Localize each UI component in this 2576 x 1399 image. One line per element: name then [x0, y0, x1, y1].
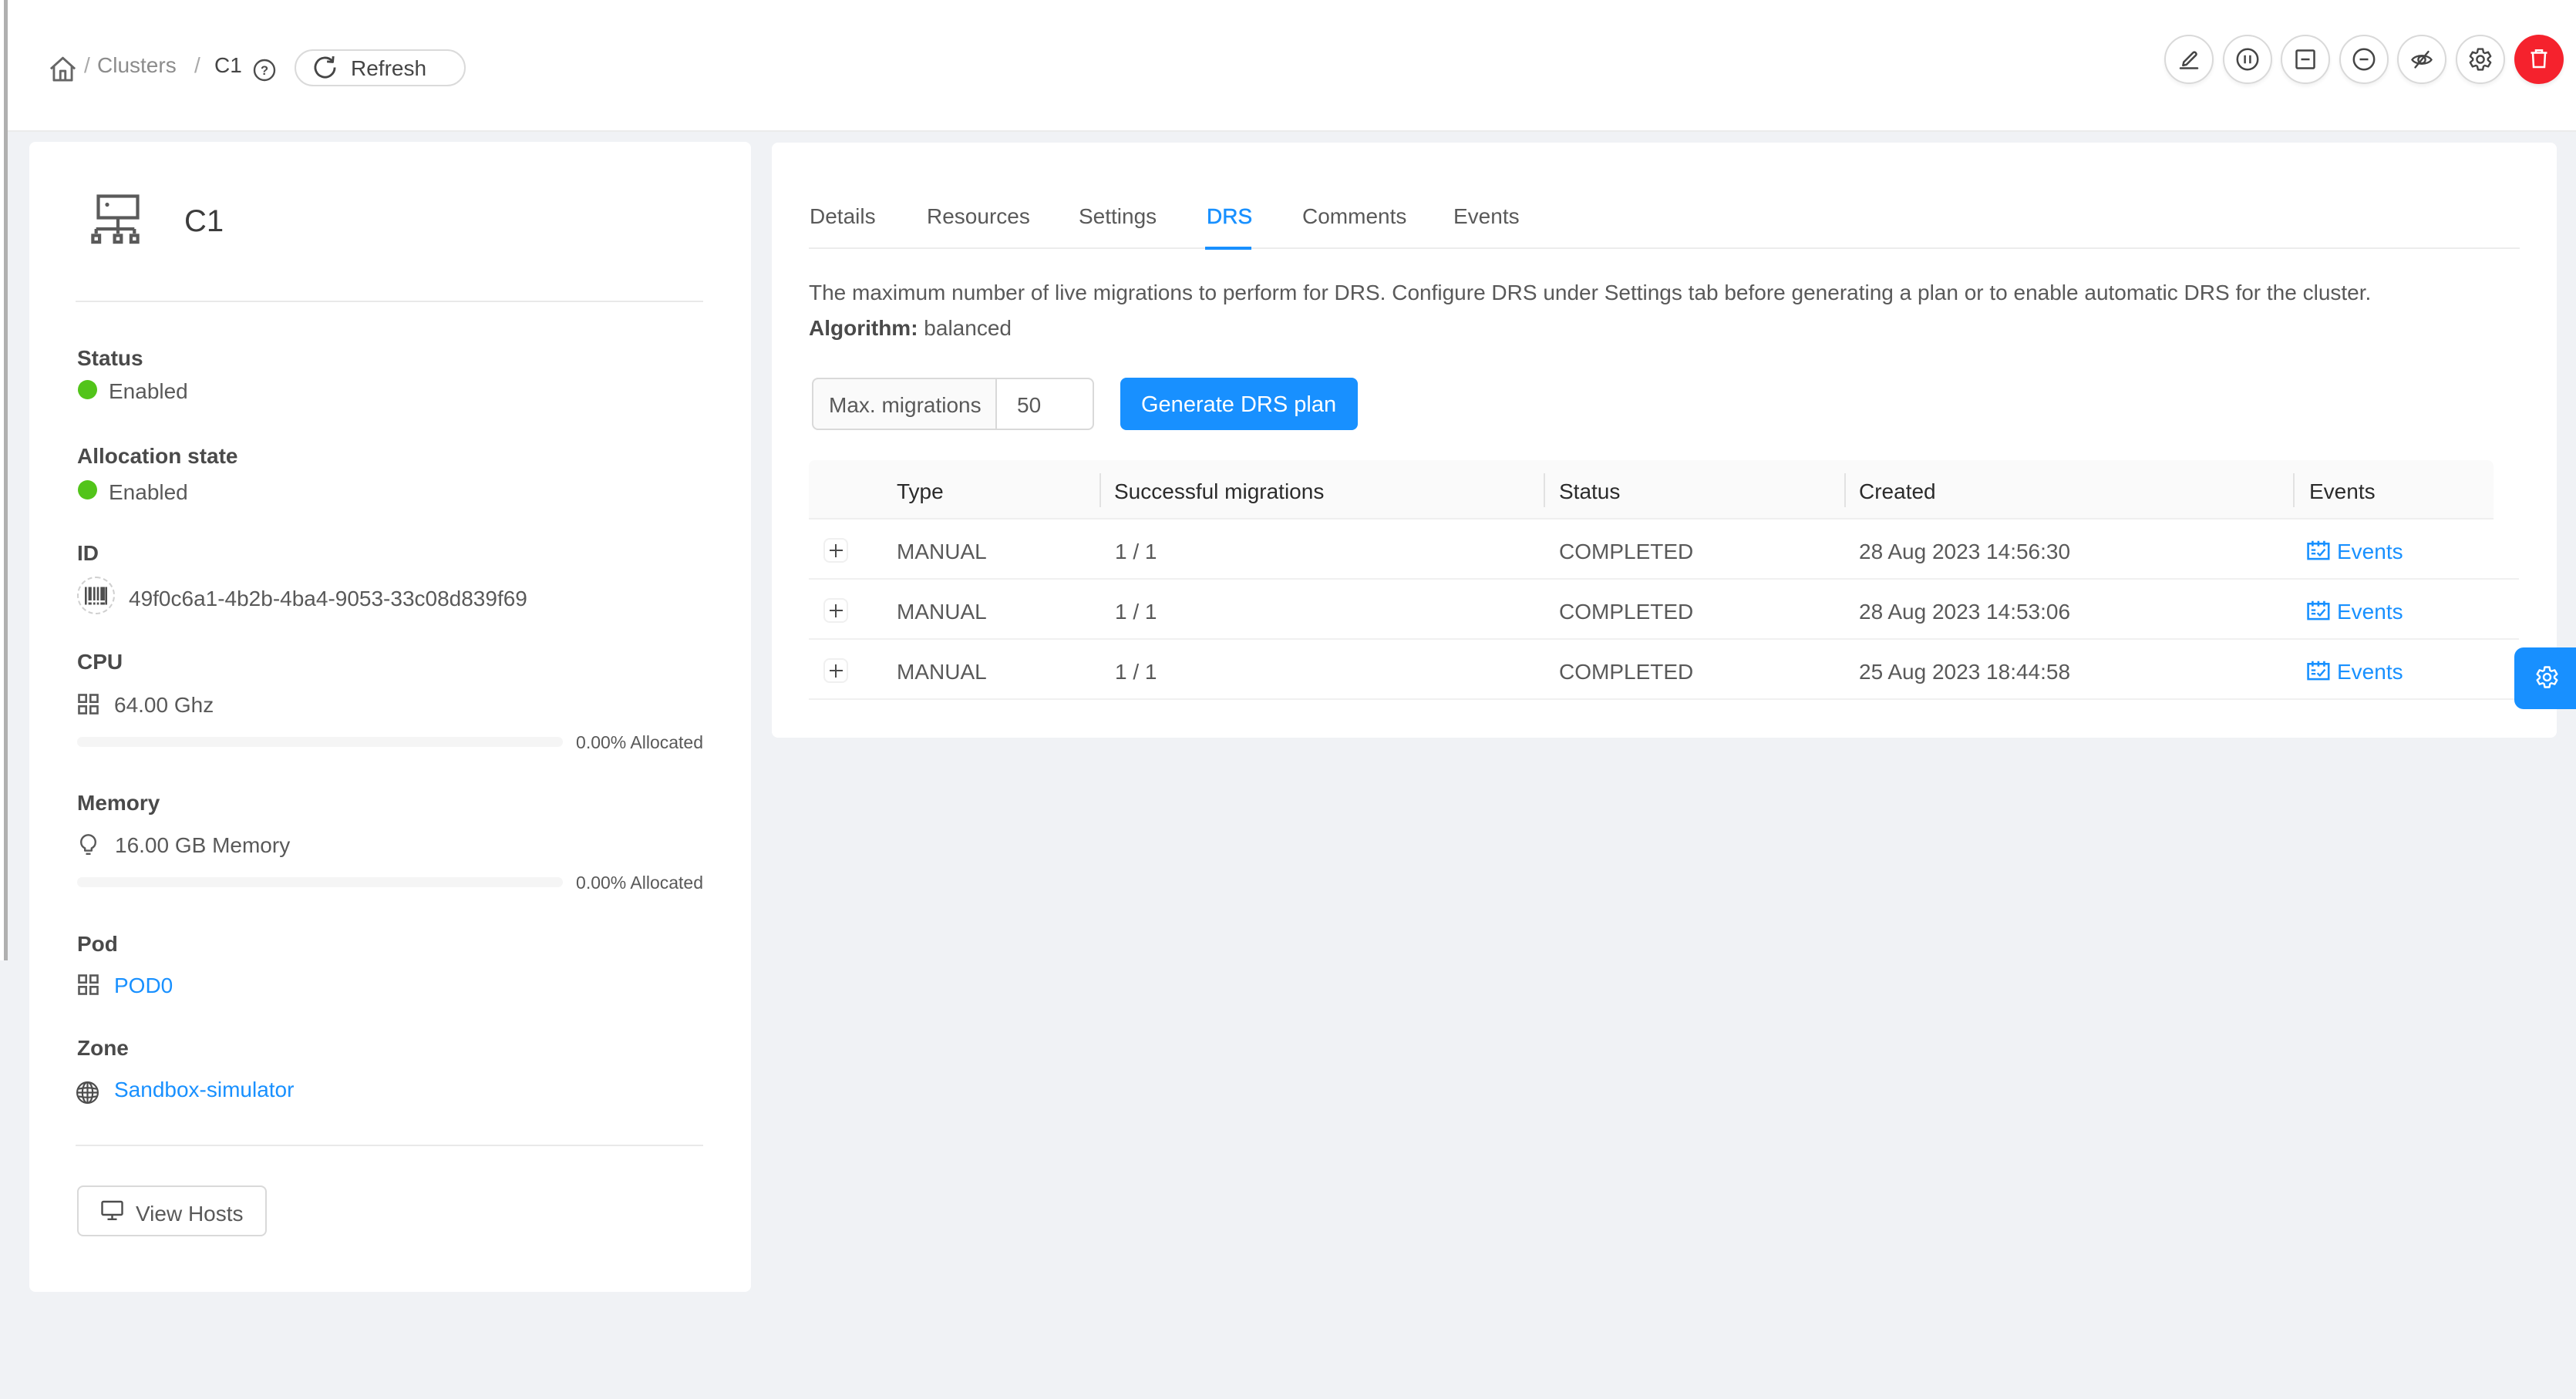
svg-text:?: ?: [261, 64, 268, 78]
